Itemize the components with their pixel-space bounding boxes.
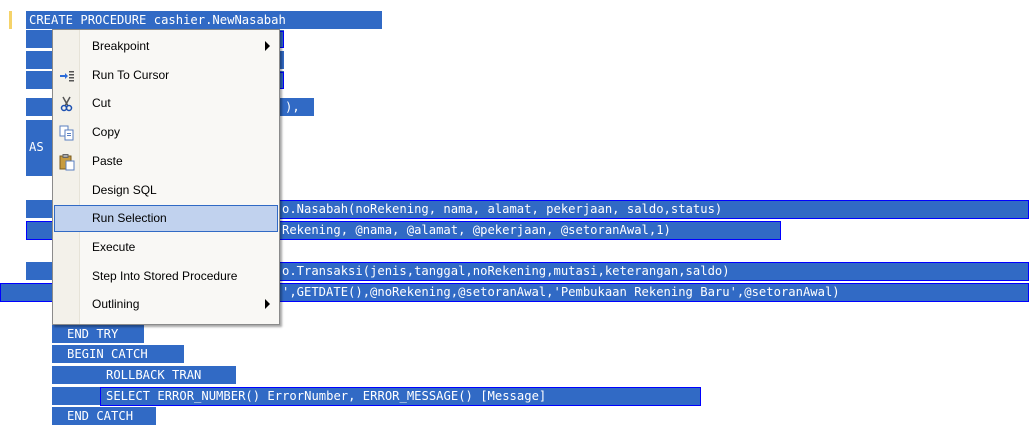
menu-item-label: Outlining: [92, 297, 140, 312]
code-line-values-transaksi: ',GETDATE(),@noRekening,@setoranAwal,'Pe…: [282, 285, 840, 299]
menu-item-label: Paste: [92, 153, 123, 168]
menu-item-label: Design SQL: [92, 182, 157, 197]
menu-item-label: Run To Cursor: [92, 67, 170, 82]
code-line-begin-catch: BEGIN CATCH: [67, 347, 148, 361]
menu-item-outlining[interactable]: Outlining: [54, 291, 278, 318]
menu-item-cut[interactable]: Cut: [54, 90, 278, 117]
code-line-end-catch: END CATCH: [67, 409, 134, 423]
code-line-select: SELECT ERROR_NUMBER() ErrorNumber, ERROR…: [106, 389, 547, 403]
menu-item-step-into-stored-procedure[interactable]: Step Into Stored Procedure: [54, 263, 278, 290]
menu-item-breakpoint[interactable]: Breakpoint: [54, 33, 278, 60]
submenu-arrow-icon: [265, 41, 270, 51]
paste-icon: [59, 153, 75, 171]
menu-item-run-selection[interactable]: Run Selection: [54, 205, 278, 233]
cut-icon: [60, 97, 73, 112]
menu-item-label: Step Into Stored Procedure: [92, 268, 238, 283]
submenu-arrow-icon: [265, 299, 270, 310]
code-line-end-try: END TRY: [67, 327, 119, 341]
code-line-insert-transaksi: o.Transaksi(jenis,tanggal,noRekening,mut…: [282, 264, 730, 278]
run-to-cursor-icon: [60, 70, 74, 82]
menu-item-label: Run Selection: [92, 211, 167, 226]
menu-item-execute[interactable]: Execute: [54, 234, 278, 261]
code-line-insert-nasabah: o.Nasabah(noRekening, nama, alamat, peke…: [282, 202, 723, 216]
code-line-rollback: ROLLBACK TRAN: [106, 368, 202, 382]
menu-item-label: Cut: [92, 96, 111, 111]
current-line-marker: [9, 11, 12, 29]
menu-item-run-to-cursor[interactable]: Run To Cursor: [54, 62, 278, 89]
menu-item-label: Execute: [92, 239, 136, 254]
menu-item-design-sql[interactable]: Design SQL: [54, 177, 278, 204]
menu-item-label: Copy: [92, 125, 121, 140]
copy-icon: [59, 125, 74, 141]
menu-item-paste[interactable]: Paste: [54, 148, 278, 175]
code-line-1: CREATE PROCEDURE cashier.NewNasabah: [29, 13, 286, 27]
code-line-values-nasabah: Rekening, @nama, @alamat, @pekerjaan, @s…: [282, 223, 671, 237]
menu-item-copy[interactable]: Copy: [54, 119, 278, 146]
code-line-as: AS: [29, 140, 44, 154]
code-line-params-end: ),: [285, 100, 300, 114]
context-menu: Breakpoint Run To Cursor Cut Copy Paste …: [52, 29, 280, 325]
menu-item-label: Breakpoint: [92, 39, 150, 53]
